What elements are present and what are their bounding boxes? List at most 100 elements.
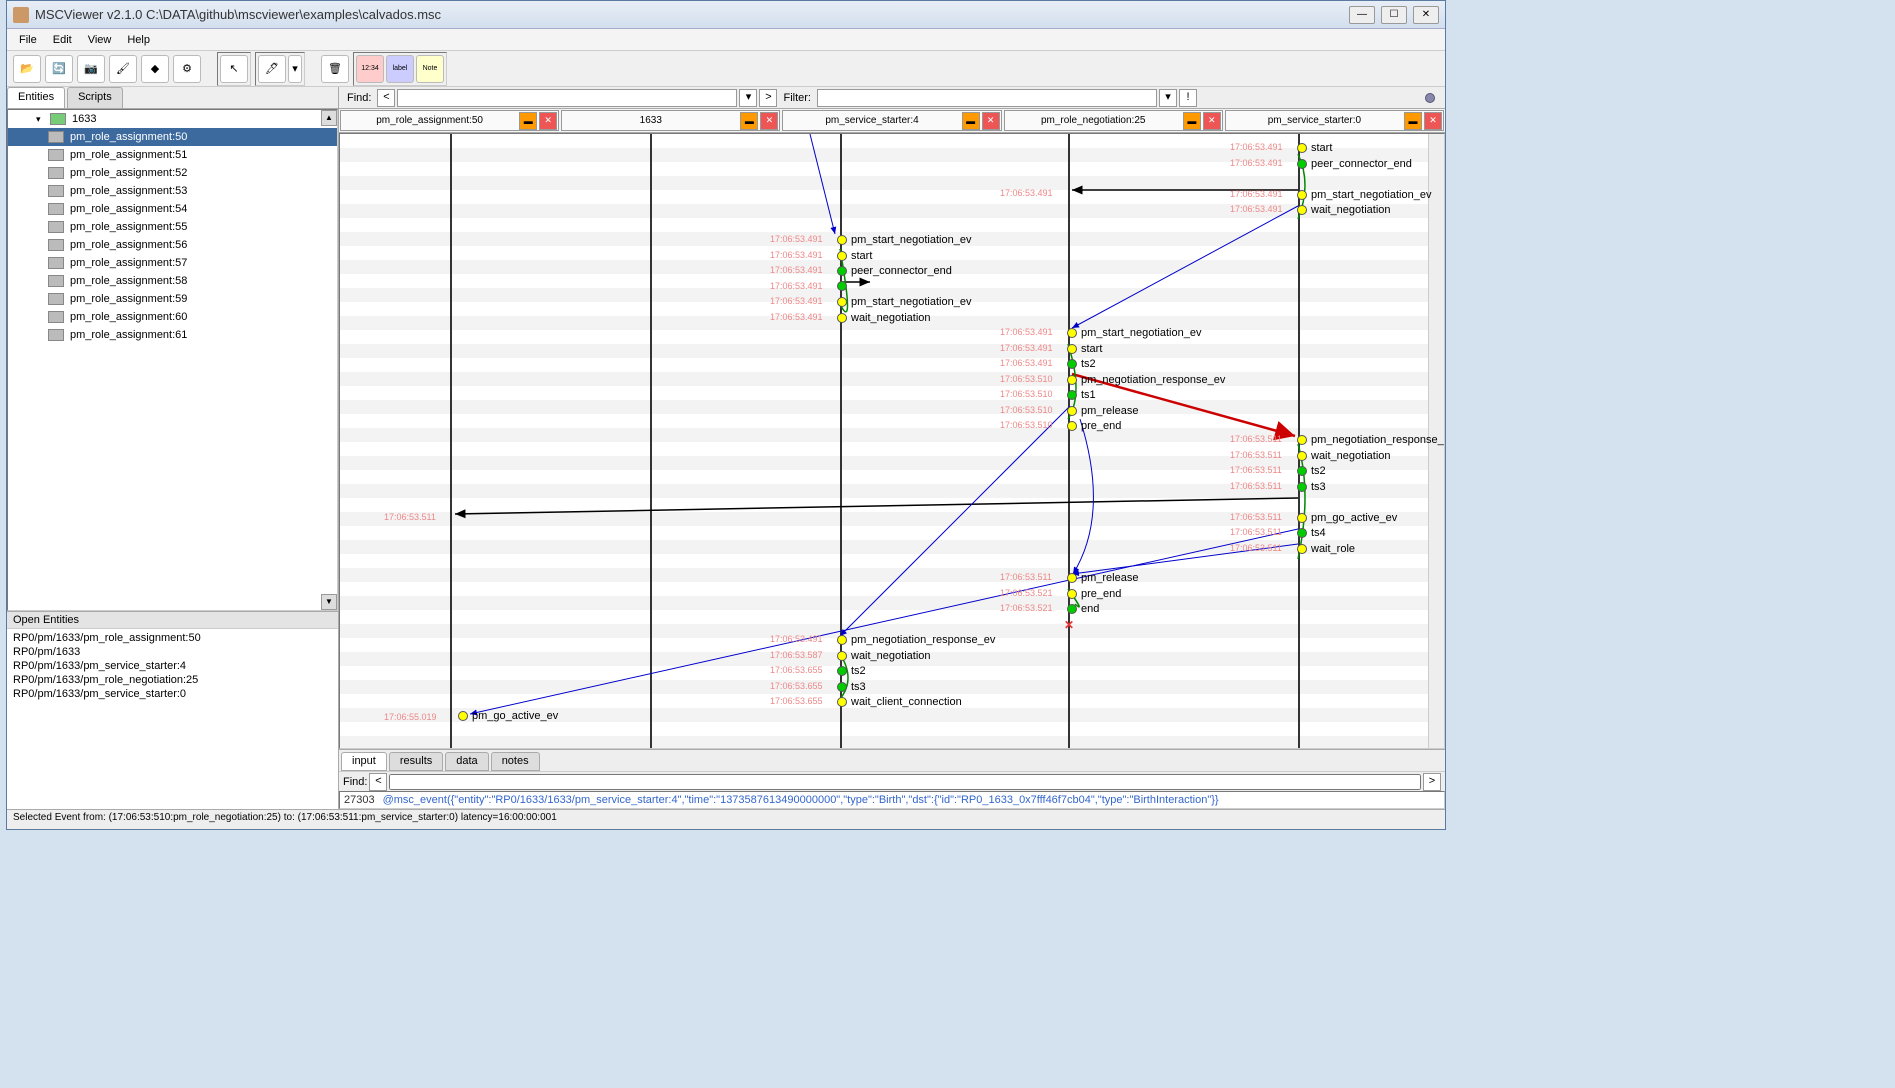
event-node[interactable]: pm_start_negotiation_ev: [1067, 327, 1201, 339]
lane-close-button[interactable]: ✕: [982, 112, 1000, 130]
tree-item[interactable]: pm_role_assignment:56: [8, 236, 337, 254]
tree-root[interactable]: ▾ 1633: [8, 110, 337, 128]
event-node[interactable]: [837, 281, 851, 291]
lane-close-button[interactable]: ✕: [760, 112, 778, 130]
lane-close-button[interactable]: ✕: [1203, 112, 1221, 130]
event-node[interactable]: pre_end: [1067, 420, 1121, 432]
marker-button[interactable]: 🖊: [258, 55, 286, 83]
tree-item[interactable]: pm_role_assignment:61: [8, 326, 337, 344]
event-node[interactable]: pm_start_negotiation_ev: [1297, 189, 1431, 201]
event-node[interactable]: pm_start_negotiation_ev: [837, 234, 971, 246]
tree-item[interactable]: pm_role_assignment:52: [8, 164, 337, 182]
lane-minimize-button[interactable]: ▬: [740, 112, 758, 130]
event-node[interactable]: end: [1067, 603, 1099, 615]
slider-thumb[interactable]: [1425, 93, 1435, 103]
menu-file[interactable]: File: [11, 32, 45, 48]
open-button[interactable]: 📂: [13, 55, 41, 83]
event-node[interactable]: ts2: [1297, 465, 1326, 477]
event-node[interactable]: pm_go_active_ev: [1297, 512, 1397, 524]
menu-edit[interactable]: Edit: [45, 32, 80, 48]
cursor-button[interactable]: ↖: [220, 55, 248, 83]
event-node[interactable]: ts2: [1067, 358, 1096, 370]
tree-item[interactable]: pm_role_assignment:53: [8, 182, 337, 200]
event-node[interactable]: peer_connector_end: [1297, 158, 1412, 170]
event-node[interactable]: wait_negotiation: [1297, 204, 1391, 216]
minimize-button[interactable]: —: [1349, 6, 1375, 24]
log-line[interactable]: 27303 @msc_event({"entity":"RP0/1633/163…: [339, 791, 1445, 809]
entity-tree[interactable]: ▲ ▾ 1633 pm_role_assignment:50pm_role_as…: [7, 109, 338, 611]
lane-close-button[interactable]: ✕: [1424, 112, 1442, 130]
open-entity-item[interactable]: RP0/pm/1633/pm_role_assignment:50: [13, 631, 332, 645]
label-toggle[interactable]: label: [386, 55, 414, 83]
event-node[interactable]: ts3: [837, 681, 866, 693]
tree-item[interactable]: pm_role_assignment:60: [8, 308, 337, 326]
tree-item[interactable]: pm_role_assignment:58: [8, 272, 337, 290]
btab-input[interactable]: input: [341, 752, 387, 771]
find-prev-button[interactable]: <: [377, 89, 395, 107]
lane-minimize-button[interactable]: ▬: [1404, 112, 1422, 130]
zoom-slider[interactable]: [1207, 91, 1441, 105]
event-node[interactable]: ts1: [1067, 389, 1096, 401]
event-node[interactable]: wait_client_connection: [837, 696, 962, 708]
find-dropdown[interactable]: ▾: [739, 89, 757, 107]
event-node[interactable]: pm_release: [1067, 405, 1138, 417]
lane-minimize-button[interactable]: ▬: [519, 112, 537, 130]
event-node[interactable]: start: [837, 250, 872, 262]
sequence-chart[interactable]: 17:06:53.491start17:06:53.491peer_connec…: [339, 133, 1445, 749]
note-toggle[interactable]: Note: [416, 55, 444, 83]
event-node[interactable]: pm_negotiation_response_ev: [1067, 374, 1225, 386]
refresh-button[interactable]: 🔄: [45, 55, 73, 83]
find-input[interactable]: [397, 89, 737, 107]
tree-item[interactable]: pm_role_assignment:50: [8, 128, 337, 146]
lane-minimize-button[interactable]: ▬: [962, 112, 980, 130]
event-node[interactable]: pm_negotiation_response_ev: [1297, 434, 1445, 446]
filter-apply-button[interactable]: !: [1179, 89, 1197, 107]
camera-button[interactable]: 📷: [77, 55, 105, 83]
menu-view[interactable]: View: [80, 32, 120, 48]
tree-item[interactable]: pm_role_assignment:51: [8, 146, 337, 164]
tool-x-button[interactable]: ◆: [141, 55, 169, 83]
filter-dropdown[interactable]: ▾: [1159, 89, 1177, 107]
tree-collapse-icon[interactable]: ▾: [36, 114, 46, 125]
event-node[interactable]: ts2: [837, 665, 866, 677]
event-node[interactable]: pm_start_negotiation_ev: [837, 296, 971, 308]
event-node[interactable]: wait_negotiation: [837, 312, 931, 324]
lane-close-button[interactable]: ✕: [539, 112, 557, 130]
event-node[interactable]: peer_connector_end: [837, 265, 952, 277]
event-node[interactable]: start: [1067, 343, 1102, 355]
event-node[interactable]: wait_negotiation: [1297, 450, 1391, 462]
lane-minimize-button[interactable]: ▬: [1183, 112, 1201, 130]
open-entity-item[interactable]: RP0/pm/1633/pm_service_starter:0: [13, 687, 332, 701]
open-entity-item[interactable]: RP0/pm/1633/pm_service_starter:4: [13, 659, 332, 673]
open-entity-item[interactable]: RP0/pm/1633/pm_role_negotiation:25: [13, 673, 332, 687]
maximize-button[interactable]: ☐: [1381, 6, 1407, 24]
bottom-find-next[interactable]: >: [1423, 773, 1441, 791]
tree-item[interactable]: pm_role_assignment:57: [8, 254, 337, 272]
open-entities-list[interactable]: RP0/pm/1633/pm_role_assignment:50RP0/pm/…: [7, 629, 338, 809]
marker-dropdown[interactable]: ▾: [288, 55, 302, 83]
find-next-button[interactable]: >: [759, 89, 777, 107]
tab-entities[interactable]: Entities: [7, 87, 65, 108]
event-node[interactable]: ts3: [1297, 481, 1326, 493]
compress-button[interactable]: 🗑: [321, 55, 349, 83]
event-node[interactable]: pm_negotiation_response_ev: [837, 634, 995, 646]
event-node[interactable]: wait_negotiation: [837, 650, 931, 662]
bottom-find-prev[interactable]: <: [369, 773, 387, 791]
event-node[interactable]: pm_release: [1067, 572, 1138, 584]
btab-notes[interactable]: notes: [491, 752, 540, 771]
event-node[interactable]: pm_go_active_ev: [458, 710, 558, 722]
filter-input[interactable]: [817, 89, 1157, 107]
timestamp-toggle[interactable]: 12:34: [356, 55, 384, 83]
tree-scroll-down[interactable]: ▼: [321, 594, 337, 610]
close-button[interactable]: ✕: [1413, 6, 1439, 24]
event-node[interactable]: ts4: [1297, 527, 1326, 539]
event-node[interactable]: pre_end: [1067, 588, 1121, 600]
open-entity-item[interactable]: RP0/pm/1633: [13, 645, 332, 659]
tree-item[interactable]: pm_role_assignment:54: [8, 200, 337, 218]
tab-scripts[interactable]: Scripts: [67, 87, 123, 108]
btab-results[interactable]: results: [389, 752, 443, 771]
settings-button[interactable]: ⚙: [173, 55, 201, 83]
clear-button[interactable]: 🖌: [109, 55, 137, 83]
tree-item[interactable]: pm_role_assignment:59: [8, 290, 337, 308]
bottom-find-input[interactable]: [389, 774, 1421, 790]
